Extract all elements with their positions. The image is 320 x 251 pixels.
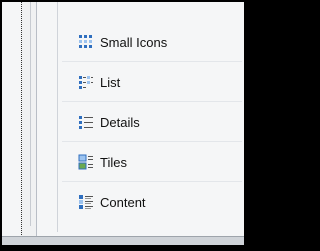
menu-item-label: List: [100, 74, 121, 90]
menu-item-label: Content: [100, 194, 146, 210]
menu-item-label: Details: [100, 114, 140, 130]
menu-scroll-strip: [21, 2, 37, 237]
menu-item-label: Small Icons: [100, 34, 168, 50]
content-view-icon: [78, 194, 94, 210]
tiles-view-icon: [78, 154, 94, 170]
menu-item-details[interactable]: Details: [58, 102, 242, 142]
menu-item-list[interactable]: List: [58, 62, 242, 102]
list-view-icon: [78, 74, 94, 90]
bottom-border: [2, 236, 244, 245]
menu-item-label: Tiles: [100, 154, 127, 170]
small-icons-view-icon: [78, 34, 94, 50]
details-view-icon: [78, 114, 94, 130]
menu-item-tiles[interactable]: Tiles: [58, 142, 242, 182]
menu-item-content[interactable]: Content: [58, 182, 242, 222]
menu-item-small-icons[interactable]: Small Icons: [58, 22, 242, 62]
view-options-menu: Small Icons List Details Tiles Content: [58, 22, 242, 222]
